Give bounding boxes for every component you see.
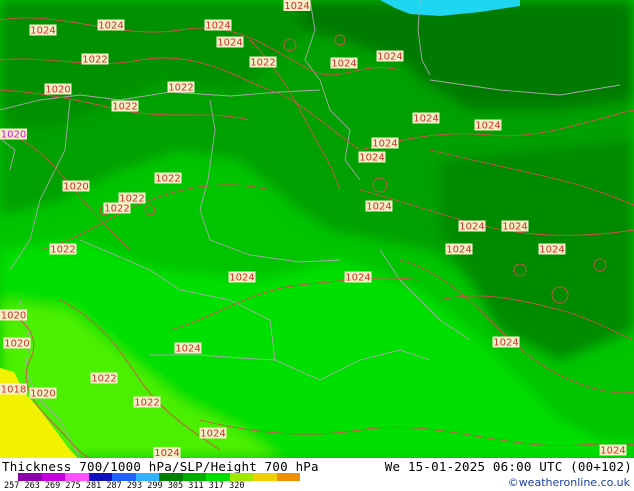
isobar-label: 1022 [250, 58, 275, 69]
isobar-label: 1024 [446, 245, 471, 256]
isobar-label: 1024 [502, 222, 527, 233]
scale-swatch [253, 473, 277, 481]
color-scale [18, 473, 300, 481]
isobar-label: 1024 [600, 446, 625, 457]
isobar-label: 1024 [377, 52, 402, 63]
isobar-label: 1020 [45, 85, 70, 96]
isobar-label: 1024 [475, 121, 500, 132]
isobar-label: 1024 [359, 153, 384, 164]
isobar-label: 1020 [63, 182, 88, 193]
isobar-label: 1024 [366, 202, 391, 213]
map-datetime: We 15-01-2025 06:00 UTC (00+102) [384, 459, 632, 474]
isobar-label: 1022 [91, 374, 116, 385]
isobar-label: 1024 [175, 344, 200, 355]
isobar-label: 1024 [284, 1, 309, 12]
isobar-label: 1022 [104, 204, 129, 215]
site-credit[interactable]: ©weatheronline.co.uk [508, 476, 630, 489]
isobar-label: 1022 [155, 174, 180, 185]
isobar-label: 1018 [1, 385, 26, 396]
scale-swatch [135, 473, 159, 481]
isobar-label: 1024 [331, 59, 356, 70]
isobar-label: 1024 [229, 273, 254, 284]
isobar-label: 1022 [134, 398, 159, 409]
scale-swatch [182, 473, 206, 481]
scale-swatch [41, 473, 65, 481]
map-title: Thickness 700/1000 hPa/SLP/Height 700 hP… [2, 459, 319, 474]
footer-bar: Thickness 700/1000 hPa/SLP/Height 700 hP… [0, 458, 634, 491]
scale-swatch [276, 473, 300, 481]
scale-swatch [18, 473, 42, 481]
isobar-label: 1024 [217, 38, 242, 49]
isobar-label: 1024 [30, 26, 55, 37]
scale-swatch [159, 473, 183, 481]
scale-swatch [88, 473, 112, 481]
isobar-label: 1024 [98, 21, 123, 32]
scale-swatch [206, 473, 230, 481]
map-canvas: 1024 1024 1024 1024 1024 1022 1022 1024 1024 1020… [0, 0, 634, 458]
isobar-label: 1020 [30, 389, 55, 400]
isobar-label: 1022 [112, 102, 137, 113]
isobar-label: 1020 [1, 130, 26, 141]
scale-swatch [112, 473, 136, 481]
isobar-label: 1020 [4, 339, 29, 350]
isobar-label: 1024 [493, 338, 518, 349]
isobar-label: 1024 [372, 139, 397, 150]
isobar-label: 1024 [205, 21, 230, 32]
isobar-label: 1024 [345, 273, 370, 284]
isobar-label: 1024 [539, 245, 564, 256]
isobar-label: 1024 [154, 448, 179, 458]
scale-swatch [65, 473, 89, 481]
isobar-label: 1024 [459, 222, 484, 233]
scale-swatch [229, 473, 253, 481]
isobar-label: 1024 [200, 429, 225, 440]
isobar-label: 1020 [1, 311, 26, 322]
isobar-label: 1022 [168, 83, 193, 94]
isobar-label: 1022 [50, 245, 75, 256]
isobar-label: 1024 [413, 114, 438, 125]
weather-map: 1024 1024 1024 1024 1024 1022 1022 1024 1024 1020… [0, 0, 634, 458]
isobar-label: 1022 [82, 55, 107, 66]
